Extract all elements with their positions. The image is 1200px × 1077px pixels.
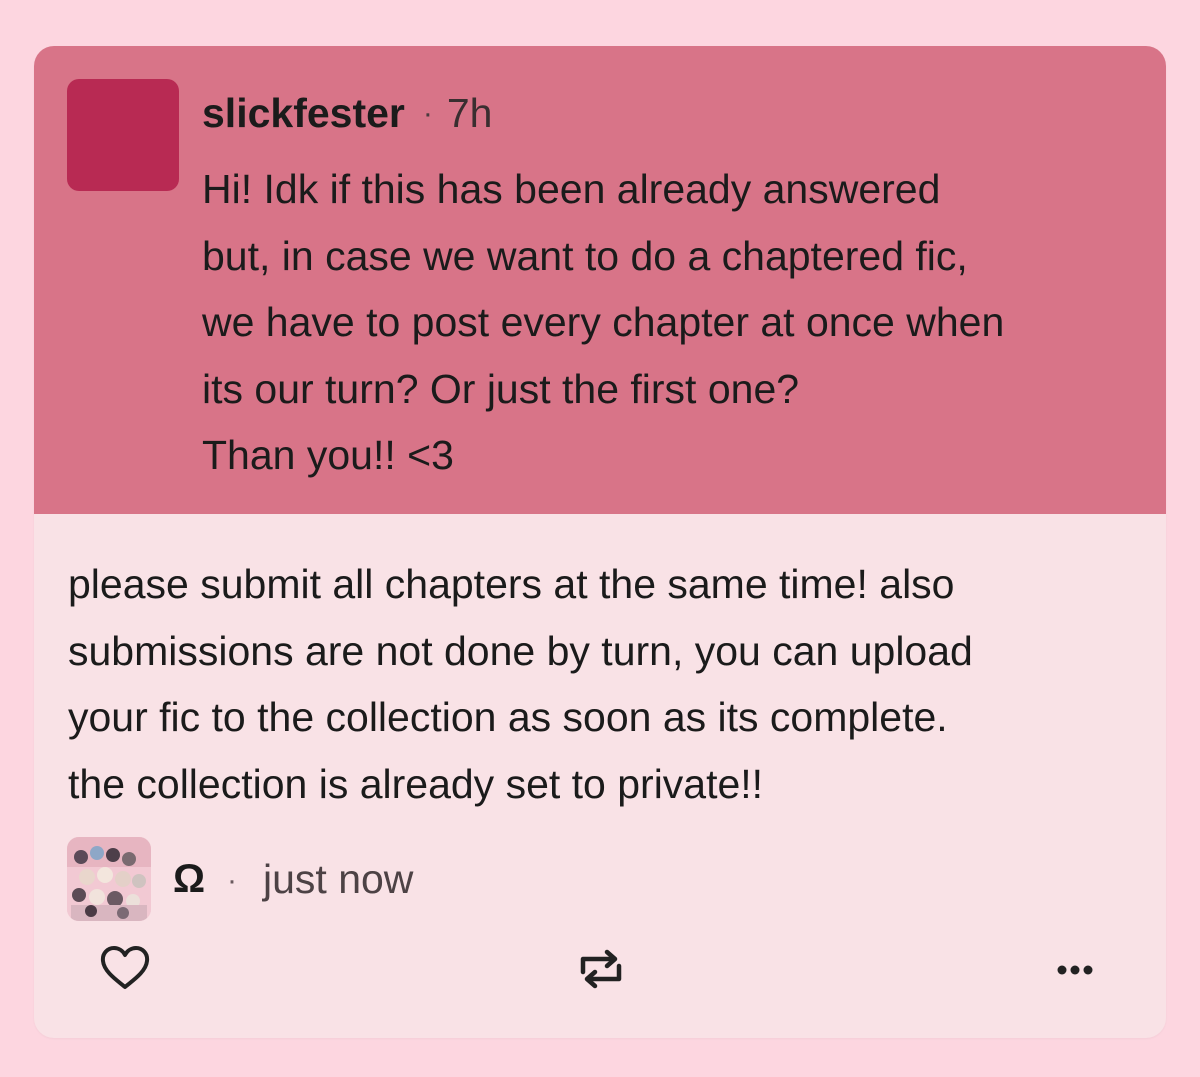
ask-line: but, in case we want to do a chaptered f… — [202, 232, 968, 279]
like-button[interactable] — [98, 944, 152, 992]
answerer-avatar[interactable] — [67, 837, 151, 921]
asker-separator: · — [422, 97, 433, 130]
answerer-name[interactable]: Ω — [173, 854, 205, 904]
ask-line: Hi! Idk if this has been already answere… — [202, 166, 941, 212]
answer-line: submissions are not done by turn, you ca… — [68, 627, 973, 674]
group-photo-image — [67, 837, 151, 921]
ask-post-card: slickfester · 7h Hi! Idk if this has been … — [34, 46, 1166, 1038]
answer-line: the collection is already set to private… — [68, 760, 764, 807]
asker-header: slickfester · 7h — [202, 88, 492, 139]
ask-question-text: Hi! Idk if this has been already answere… — [202, 156, 1152, 489]
answerer-separator: · — [227, 864, 237, 897]
reblog-icon — [580, 949, 622, 989]
ask-section: slickfester · 7h Hi! Idk if this has been … — [34, 46, 1166, 514]
asker-avatar[interactable] — [67, 79, 179, 191]
answer-timestamp: just now — [263, 856, 414, 902]
answer-text: please submit all chapters at the same t… — [68, 551, 1148, 817]
asker-name[interactable]: slickfester — [202, 90, 405, 136]
reblog-button[interactable] — [574, 946, 628, 992]
asker-timestamp: 7h — [446, 90, 493, 136]
ask-line: its our turn? Or just the first one? — [202, 365, 800, 412]
heart-outline-icon — [100, 946, 150, 989]
ask-line: Than you!! <3 — [202, 432, 454, 478]
more-options-button[interactable] — [1050, 950, 1100, 990]
answer-line: please submit all chapters at the same t… — [68, 561, 955, 607]
answer-line: your fic to the collection as soon as it… — [68, 694, 948, 740]
ask-line: we have to post every chapter at once wh… — [202, 299, 1005, 345]
more-options-icon — [1057, 965, 1093, 975]
answerer-row: Ω · just now — [67, 837, 667, 921]
